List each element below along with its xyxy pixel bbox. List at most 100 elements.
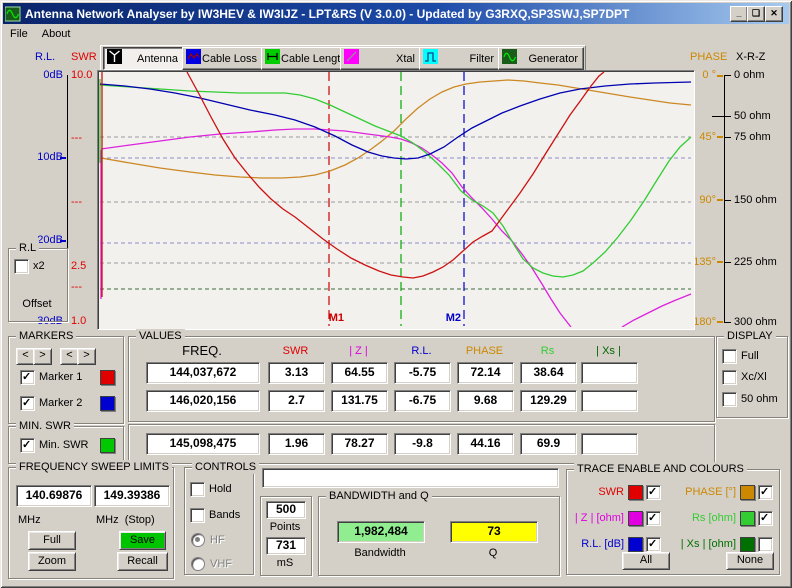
left-axis-swr-tick: --- [71, 281, 82, 293]
right-axis-deg-tick [717, 199, 723, 201]
marker1-freq-field[interactable]: 144,037,672 [146, 362, 260, 384]
ms-field[interactable]: 731 [266, 537, 306, 555]
hf-radio[interactable] [191, 533, 205, 547]
tab-cable-loss[interactable]: Cable Loss [182, 47, 263, 70]
min-swr-label: Min. SWR [39, 439, 89, 451]
marker1-xs-field[interactable] [581, 362, 638, 384]
marker2-label: Marker 2 [39, 397, 83, 409]
header-xs: | Xs | [596, 345, 621, 357]
min-swr-z-field[interactable]: 78.27 [331, 433, 388, 455]
min-swr-color-swatch[interactable] [100, 438, 115, 453]
bands-checkbox[interactable] [190, 508, 205, 523]
tab-generator[interactable]: Generator [498, 47, 584, 70]
title-bar: Antenna Network Analyser by IW3HEV & IW3… [3, 3, 789, 24]
tab-filter[interactable]: Filter [419, 47, 500, 70]
header-freq: FREQ. [182, 343, 222, 358]
tab-label: Antenna [137, 52, 178, 65]
display-xcxl-checkbox[interactable] [722, 370, 737, 385]
marker2-next-button[interactable]: > [77, 348, 96, 365]
trace-rs-label: Rs [ohm] [691, 512, 736, 524]
min-swr-xs-field[interactable] [581, 433, 638, 455]
tab-label: Generator [528, 52, 578, 65]
right-axis-deg-tick [717, 136, 723, 138]
marker2-rs-field[interactable]: 129.29 [520, 390, 577, 412]
trace-none-button[interactable]: None [726, 552, 774, 570]
tab-label: Filter [469, 52, 494, 65]
hold-label: Hold [209, 483, 232, 495]
sweep-zoom-button[interactable]: Zoom [28, 552, 76, 571]
trace-z-swatch[interactable] [628, 511, 643, 526]
trace-phase-swatch[interactable] [740, 485, 755, 500]
marker2-z-field[interactable]: 131.75 [331, 390, 388, 412]
tab-antenna[interactable]: Antenna [103, 47, 184, 70]
marker1-phase-field[interactable]: 72.14 [457, 362, 514, 384]
trace-phase-checkbox[interactable] [758, 485, 773, 500]
marker1-swr-field[interactable]: 3.13 [268, 362, 325, 384]
marker2-rl-field[interactable]: -6.75 [394, 390, 451, 412]
rl-group-caption: R.L [16, 241, 40, 255]
trace-rl-swatch[interactable] [628, 537, 643, 552]
right-axis-ohm-tick [725, 322, 731, 323]
controls-caption: CONTROLS [192, 460, 260, 474]
menu-about[interactable]: About [35, 26, 78, 42]
marker2-freq-field[interactable]: 146,020,156 [146, 390, 260, 412]
min-swr-phase-field[interactable]: 44.16 [457, 433, 514, 455]
trace-all-button[interactable]: All [622, 552, 670, 570]
marker1-next-button[interactable]: > [33, 348, 52, 365]
left-axis-swr-tick: --- [71, 196, 82, 208]
trace-swr-checkbox[interactable] [646, 485, 661, 500]
right-axis-ohm-tick [725, 137, 731, 138]
close-icon[interactable]: ✕ [765, 6, 783, 22]
tab-cable-length[interactable]: Cable Length [261, 47, 346, 70]
menu-file[interactable]: File [3, 26, 35, 42]
maximize-icon[interactable]: ❏ [747, 6, 765, 22]
marker1-color-swatch[interactable] [100, 370, 115, 385]
right-axis-ohm-150: 150 ohm [734, 194, 777, 206]
min-swr-rs-field[interactable]: 69.9 [520, 433, 577, 455]
sweep-stop-field[interactable]: 149.39386 [94, 485, 170, 507]
status-input[interactable] [262, 468, 559, 488]
min-swr-freq-field[interactable]: 145,098,475 [146, 433, 260, 455]
trace-xs-swatch[interactable] [740, 537, 755, 552]
q-label: Q [488, 547, 498, 559]
trace-xs-label: | Xs | [ohm] [680, 538, 736, 550]
points-field[interactable]: 500 [266, 501, 306, 519]
axis-title-phase: PHASE [690, 51, 728, 63]
q-field: 73 [450, 521, 538, 543]
marker2-xs-field[interactable] [581, 390, 638, 412]
minimize-icon[interactable]: _ [730, 6, 748, 22]
display-50ohm-label: 50 ohm [741, 393, 778, 405]
marker1-rl-field[interactable]: -5.75 [394, 362, 451, 384]
vhf-label: VHF [210, 558, 232, 570]
trace-z-checkbox[interactable] [646, 511, 661, 526]
marker2-checkbox[interactable] [20, 396, 35, 411]
marker1-rs-field[interactable]: 38.64 [520, 362, 577, 384]
trace-rs-checkbox[interactable] [758, 511, 773, 526]
ms-label: mS [276, 557, 294, 569]
sweep-recall-button[interactable]: Recall [117, 552, 168, 571]
chart-plot[interactable]: M1 M2 [97, 70, 695, 330]
min-swr-checkbox[interactable] [20, 438, 35, 453]
trace-rs-swatch[interactable] [740, 511, 755, 526]
sweep-save-button[interactable]: Save [119, 531, 166, 550]
sweep-full-button[interactable]: Full [28, 531, 76, 550]
trace-xs-checkbox[interactable] [758, 537, 773, 552]
display-full-checkbox[interactable] [722, 349, 737, 364]
display-50ohm-checkbox[interactable] [722, 392, 737, 407]
marker2-color-swatch[interactable] [100, 396, 115, 411]
display-caption: DISPLAY [724, 329, 776, 343]
tab-xtal[interactable]: Xtal [340, 47, 421, 70]
min-swr-swr-field[interactable]: 1.96 [268, 433, 325, 455]
trace-rl-checkbox[interactable] [646, 537, 661, 552]
vhf-radio[interactable] [191, 557, 205, 571]
trace-swr-swatch[interactable] [628, 485, 643, 500]
x2-checkbox[interactable] [14, 259, 29, 274]
marker2-swr-field[interactable]: 2.7 [268, 390, 325, 412]
sweep-start-field[interactable]: 140.69876 [16, 485, 92, 507]
marker1-z-field[interactable]: 64.55 [331, 362, 388, 384]
marker1-checkbox[interactable] [20, 370, 35, 385]
marker2-phase-field[interactable]: 9.68 [457, 390, 514, 412]
app-window-icon [4, 6, 21, 22]
min-swr-rl-field[interactable]: -9.8 [394, 433, 451, 455]
hold-checkbox[interactable] [190, 482, 205, 497]
